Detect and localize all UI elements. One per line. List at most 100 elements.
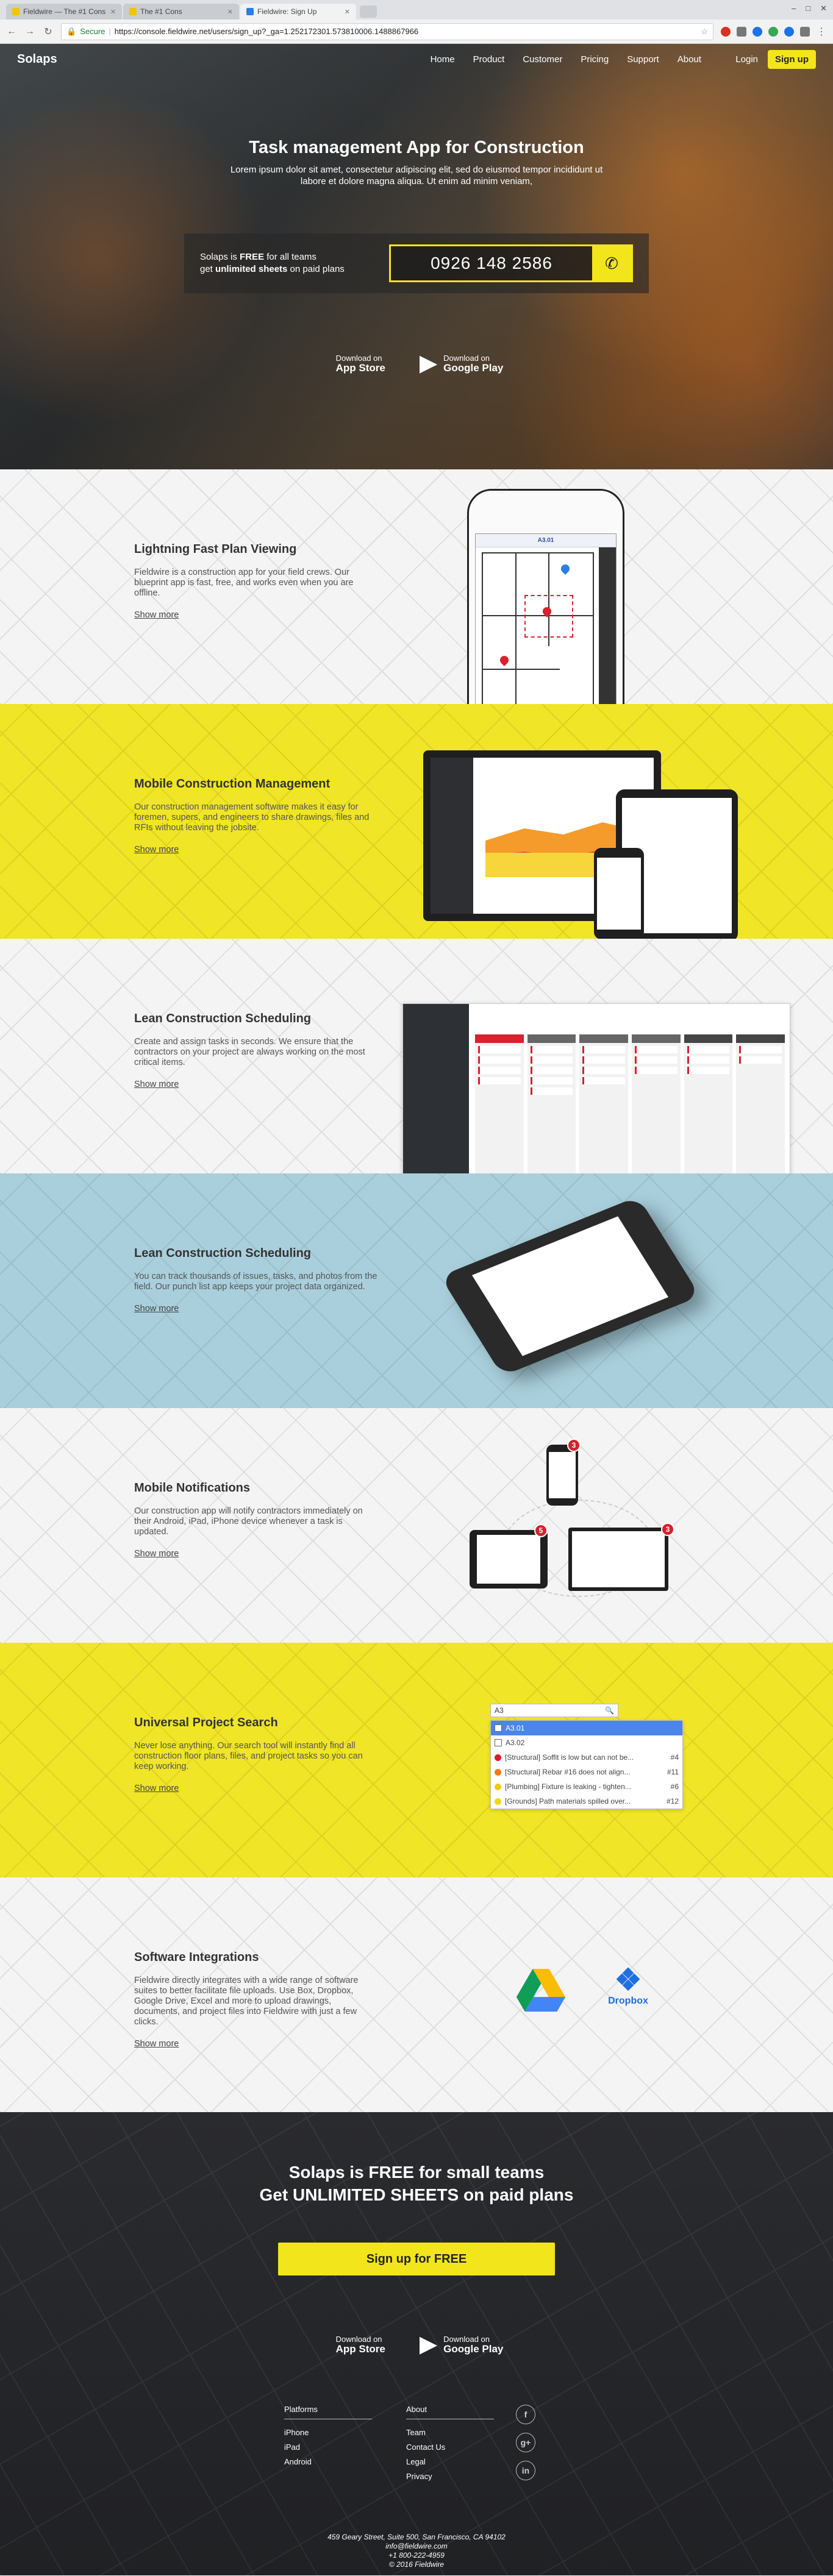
extension-icon[interactable] xyxy=(753,26,762,37)
footer-link-contact[interactable]: Contact Us xyxy=(406,2443,494,2452)
facebook-icon[interactable]: f xyxy=(516,2405,535,2424)
google-play-icon: ▶ xyxy=(419,2332,438,2357)
phone-number-input[interactable]: 0926 148 2586 xyxy=(391,246,592,280)
app-store-badge[interactable]: Download on App Store xyxy=(330,2333,385,2356)
forward-arrow-icon[interactable]: → xyxy=(24,26,35,37)
footer-link-privacy[interactable]: Privacy xyxy=(406,2472,494,2481)
phone-signup-box: Solaps is FREE for all teams get unlimit… xyxy=(184,233,649,293)
close-tab-icon[interactable]: ✕ xyxy=(345,8,350,16)
google-plus-icon[interactable]: g+ xyxy=(516,2433,535,2452)
show-more-link[interactable]: Show more xyxy=(134,1549,179,1559)
extension-icon[interactable] xyxy=(721,26,731,37)
extension-icon[interactable] xyxy=(800,26,810,37)
footer-email[interactable]: info@fieldwire.com xyxy=(0,2542,833,2551)
login-link[interactable]: Login xyxy=(735,54,758,65)
footer-link-android[interactable]: Android xyxy=(284,2457,372,2466)
show-more-link[interactable]: Show more xyxy=(134,2039,179,2049)
board-column xyxy=(632,1034,681,1173)
address-bar[interactable]: 🔒 Secure | https://console.fieldwire.net… xyxy=(61,23,713,40)
nav-customer[interactable]: Customer xyxy=(523,54,562,65)
footer-link-legal[interactable]: Legal xyxy=(406,2457,494,2466)
app-store-badge[interactable]: Download on App Store xyxy=(330,352,385,375)
close-tab-icon[interactable]: ✕ xyxy=(110,8,116,16)
extension-icon[interactable] xyxy=(737,26,746,37)
chrome-menu-icon[interactable]: ⋮ xyxy=(816,26,827,38)
search-input[interactable]: A3 🔍 xyxy=(490,1704,618,1717)
search-result-item[interactable]: [Grounds] Path materials spilled over...… xyxy=(491,1794,682,1809)
url-text[interactable]: https://console.fieldwire.net/users/sign… xyxy=(115,27,418,36)
window-controls: – □ ✕ xyxy=(792,4,827,13)
sheet-icon xyxy=(495,1724,502,1732)
back-arrow-icon[interactable]: ← xyxy=(6,26,17,37)
tab-strip: Fieldwire — The #1 Cons ✕ The #1 Cons ✕ … xyxy=(0,0,833,20)
footer-link-ipad[interactable]: iPad xyxy=(284,2443,372,2452)
show-more-link[interactable]: Show more xyxy=(134,1304,179,1314)
feature-text: Universal Project Search Never lose anyt… xyxy=(134,1716,378,1794)
new-tab-button[interactable] xyxy=(360,5,377,18)
extension-icon[interactable] xyxy=(768,26,778,37)
tablet-mockup xyxy=(470,1530,548,1589)
footer-link-team[interactable]: Team xyxy=(406,2428,494,2437)
feature-title: Universal Project Search xyxy=(134,1716,278,1729)
feature-text: Mobile Construction Management Our const… xyxy=(134,777,378,855)
search-result-item[interactable]: A3.01 xyxy=(491,1721,682,1735)
site-navbar: Solaps Home Product Customer Pricing Sup… xyxy=(0,44,833,74)
nav-support[interactable]: Support xyxy=(627,54,659,65)
board-column xyxy=(736,1034,785,1173)
nav-about[interactable]: About xyxy=(677,54,701,65)
call-button[interactable]: ✆ xyxy=(592,246,631,280)
feature-lean-scheduling: Lean Construction Scheduling Create and … xyxy=(0,939,833,1173)
browser-tab-active[interactable]: Fieldwire: Sign Up ✕ xyxy=(240,4,356,20)
extension-icon[interactable] xyxy=(784,26,794,37)
linkedin-icon[interactable]: in xyxy=(516,2461,535,2480)
board-column xyxy=(527,1034,576,1173)
task-card xyxy=(687,1046,730,1053)
signup-button[interactable]: Sign up xyxy=(768,49,816,69)
badge-small-text: Download on xyxy=(335,2335,382,2344)
close-tab-icon[interactable]: ✕ xyxy=(227,8,233,16)
site-logo[interactable]: Solaps xyxy=(17,52,57,66)
google-play-badge[interactable]: ▶ Download on Google Play xyxy=(420,2333,503,2356)
plan-viewer-phone-mockup: A3.01 xyxy=(467,489,624,704)
cta-line-2: Get UNLIMITED SHEETS on paid plans xyxy=(259,2185,574,2204)
signup-free-button[interactable]: Sign up for FREE xyxy=(278,2243,555,2275)
show-more-link[interactable]: Show more xyxy=(134,845,179,855)
board-column xyxy=(475,1034,524,1173)
app-sidebar xyxy=(431,758,473,914)
browser-tab-2[interactable]: The #1 Cons ✕ xyxy=(123,4,239,20)
search-result-item[interactable]: [Structural] Soffit is low but can not b… xyxy=(491,1750,682,1765)
result-text: [Structural] Rebar #16 does not align... xyxy=(505,1768,631,1776)
badge-big-text: App Store xyxy=(335,362,385,374)
show-more-link[interactable]: Show more xyxy=(134,1080,179,1089)
feature-integrations: Software Integrations Fieldwire directly… xyxy=(0,1877,833,2112)
close-window-button[interactable]: ✕ xyxy=(820,4,827,13)
search-result-item[interactable]: A3.02 xyxy=(491,1735,682,1750)
task-status-icon xyxy=(495,1768,501,1776)
browser-tab-1[interactable]: Fieldwire — The #1 Cons ✕ xyxy=(6,4,122,20)
search-query: A3 xyxy=(495,1706,504,1715)
extension-icons: ⋮ xyxy=(721,26,827,38)
feature-description: Never lose anything. Our search tool wil… xyxy=(134,1741,363,1771)
show-more-link[interactable]: Show more xyxy=(134,1784,179,1793)
dropbox-logo: ❖ Dropbox xyxy=(604,1964,652,2007)
feature-mobile-management: Mobile Construction Management Our const… xyxy=(0,704,833,939)
task-board-mockup xyxy=(402,1003,790,1173)
search-icon: 🔍 xyxy=(605,1706,614,1715)
search-result-item[interactable]: [Structural] Rebar #16 does not align...… xyxy=(491,1765,682,1779)
maximize-button[interactable]: □ xyxy=(806,4,810,13)
feature-title: Mobile Construction Management xyxy=(134,777,331,791)
nav-product[interactable]: Product xyxy=(473,54,505,65)
bookmark-star-icon[interactable]: ☆ xyxy=(701,27,708,37)
nav-home[interactable]: Home xyxy=(431,54,455,65)
feature-title: Lightning Fast Plan Viewing xyxy=(134,543,297,556)
nav-pricing[interactable]: Pricing xyxy=(581,54,609,65)
badge-big-text: App Store xyxy=(335,2343,385,2355)
google-play-badge[interactable]: ▶ Download on Google Play xyxy=(420,352,503,375)
show-more-link[interactable]: Show more xyxy=(134,610,179,620)
search-result-item[interactable]: [Plumbing] Fixture is leaking - tighten.… xyxy=(491,1779,682,1794)
feature-title: Software Integrations xyxy=(134,1951,259,1964)
reload-icon[interactable]: ↻ xyxy=(43,26,54,38)
minimize-button[interactable]: – xyxy=(792,4,796,13)
footer-link-iphone[interactable]: iPhone xyxy=(284,2428,372,2437)
secure-label: Secure xyxy=(80,27,105,36)
